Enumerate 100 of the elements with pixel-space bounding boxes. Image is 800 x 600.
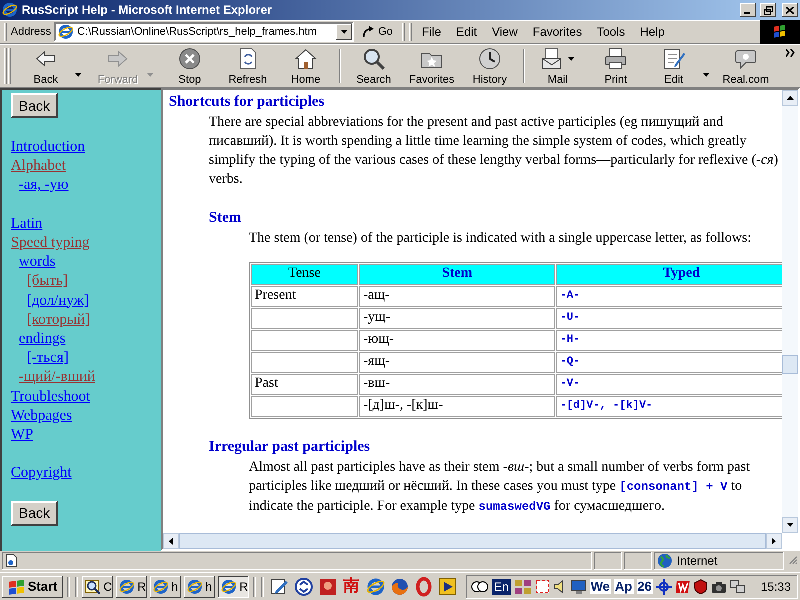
start-button[interactable]: Start [2,576,63,598]
scroll-right-button[interactable] [766,533,782,549]
table-cell: -A- [556,286,782,307]
back-button[interactable]: Back [17,45,75,87]
clock-icon [478,46,502,70]
menu-item[interactable]: File [416,25,448,39]
nav-link[interactable]: -щий/-вший [19,368,96,388]
fox-globe-icon[interactable] [390,576,410,596]
nav-link[interactable]: Introduction [11,138,86,158]
stop-button[interactable]: Stop [161,45,219,87]
right-arrow-icon [772,538,776,544]
nav-link[interactable]: [дол/нуж] [27,292,90,311]
crosshair-icon [656,578,672,594]
play-icon[interactable] [438,576,458,596]
taskbar-button[interactable]: R [218,576,249,598]
go-arrow-icon [361,25,376,39]
go-button[interactable]: Go [357,22,400,42]
caret-icon [75,72,82,76]
language-indicator[interactable]: En [492,578,511,594]
edit-button[interactable]: Edit [645,45,703,87]
frame-icon [534,578,551,594]
column-header: Stem [359,264,556,285]
notepad-icon[interactable] [270,576,290,596]
back-button[interactable]: Back [11,93,58,118]
scrollbar-thumb[interactable] [782,355,798,374]
column-header: Typed [556,264,782,285]
paragraph: The stem (or tense) of the participle is indicated with a single uppercase letter, as follows: [249,230,752,248]
nav-link[interactable]: words [19,253,56,272]
taskbar-button[interactable]: R [116,576,147,598]
month-indicator: Ap [614,579,634,594]
zigzag-tile-icon [674,578,691,594]
back-button[interactable]: Back [11,500,58,526]
menu-item[interactable]: View [486,25,524,39]
flag-icon [7,578,25,594]
nav-link[interactable]: Speed typing [11,234,90,254]
browser-icon[interactable] [366,576,386,596]
menu-item[interactable]: Favorites [526,25,588,39]
search-button[interactable]: Search [345,45,403,87]
chevron-icon[interactable] [786,49,796,57]
minimize-button[interactable] [740,3,756,17]
color-squares-icon [514,578,532,594]
nav-link[interactable]: Alphabet [11,157,66,176]
close-icon [786,6,794,14]
history-button[interactable]: History [461,45,519,87]
table-cell: -H- [556,330,782,351]
scroll-left-button[interactable] [163,533,179,549]
refresh-button[interactable]: Refresh [219,45,277,87]
nav-link[interactable]: Webpages [11,406,72,426]
browser-icon [58,24,74,40]
mail-button[interactable]: Mail [529,45,587,87]
zone-label: Internet [677,554,718,568]
table-cell: -ущ- [359,308,556,329]
table-cell: -[д]ш-, -[к]ш- [359,396,556,417]
section-heading: Irregular past participles [209,438,372,458]
scroll-up-button[interactable] [782,90,798,106]
menu-item[interactable]: Edit [450,25,484,39]
left-arrow-icon [169,538,173,544]
taskbar-button[interactable]: h [150,576,181,598]
nav-link[interactable]: [-ться] [27,349,69,368]
menu-item[interactable]: Help [634,25,671,39]
caret-icon [340,30,348,34]
globe-icon [657,553,673,569]
date-indicator: 26 [636,579,653,594]
dropdown-button[interactable] [336,24,352,40]
address-field[interactable]: C:\Russian\Online\RusScript\rs_help_frames.htm [56,24,336,40]
browser-icon [220,578,237,594]
nav-link[interactable]: -ая, -ую [19,176,69,196]
home-button[interactable]: Home [277,45,335,87]
address-label: Address [11,26,52,38]
shield-icon [694,578,708,594]
taskbar-button[interactable]: C [82,576,113,598]
restore-icon [764,6,772,14]
down-arrow-icon [786,523,794,527]
restore-button[interactable] [760,3,776,17]
favorites-button[interactable]: Favorites [403,45,461,87]
discuss-button[interactable]: Real.com [717,45,775,87]
menu-item[interactable]: Tools [591,25,632,39]
caret-icon [147,72,154,76]
print-button[interactable]: Print [587,45,645,87]
magnifier-icon [84,578,101,594]
scroll-down-button[interactable] [782,517,798,533]
ring-icon[interactable] [414,576,434,596]
caret-icon [703,72,710,76]
notepad-icon [662,46,686,70]
taskbar-button[interactable]: h [184,576,215,598]
nav-link[interactable]: Latin [11,214,43,234]
nav-link[interactable]: Copyright [11,464,72,484]
scrollbar-thumb[interactable] [179,533,766,549]
browser-icon [186,578,203,594]
nav-link[interactable]: endings [19,330,66,350]
table-cell: Past [251,374,358,395]
nav-link[interactable]: [который] [27,310,90,330]
quick-launch-icon[interactable]: 南 [342,576,362,597]
window-title: RusScript Help - Microsoft Internet Explorer [22,3,274,17]
nav-link[interactable]: Troubleshoot [11,388,90,407]
nav-link[interactable]: WP [11,426,34,446]
circular-arrows-icon[interactable] [294,576,314,596]
monitor-icon [570,578,587,594]
close-button[interactable] [782,3,798,17]
nav-link[interactable]: [быть] [27,272,68,292]
